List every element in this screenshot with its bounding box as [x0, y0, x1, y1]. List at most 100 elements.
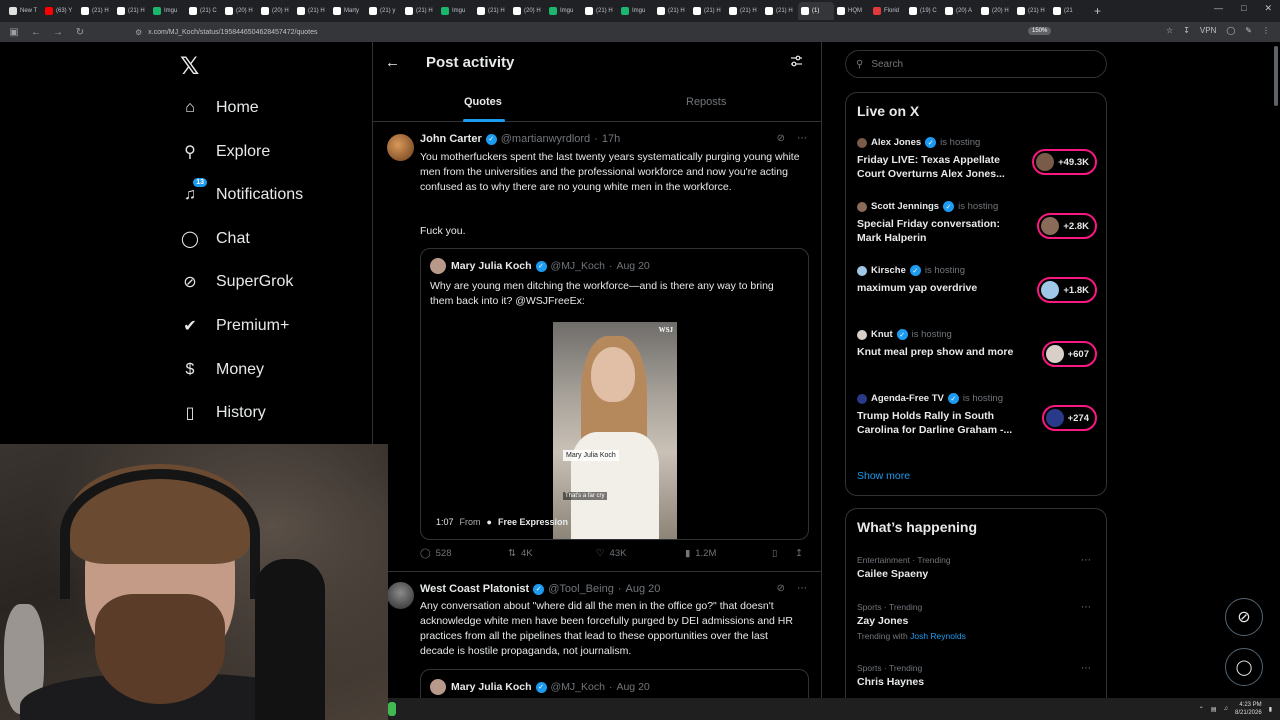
more-icon[interactable]: ⋯	[1081, 555, 1091, 566]
more-icon[interactable]: ⋯	[797, 133, 807, 144]
browser-tab[interactable]: (21) H	[114, 2, 150, 20]
taskbar-clock[interactable]: 4:23 PM 8/21/2026	[1235, 701, 1262, 717]
notification-icon[interactable]: ▮	[1269, 706, 1272, 713]
sidebar-item-chat[interactable]: ◯ Chat	[180, 224, 250, 254]
live-listener-pill[interactable]: +2.8K	[1037, 213, 1097, 239]
like-button[interactable]: ♡ 43K	[596, 548, 626, 559]
taskbar-app-icon[interactable]	[388, 702, 396, 716]
tab-reposts[interactable]: Reposts	[686, 96, 726, 108]
messages-fab-button[interactable]: ◯	[1225, 648, 1263, 686]
post-time[interactable]: Aug 20	[626, 583, 661, 595]
browser-tab[interactable]: (21) H	[690, 2, 726, 20]
trend-with-link[interactable]: Josh Reynolds	[910, 631, 966, 641]
video-thumbnail[interactable]: Mary Julia Koch WSJ That's a far cry	[553, 322, 677, 539]
sidebar-item-explore[interactable]: ⚲ Explore	[180, 137, 270, 167]
live-listener-pill[interactable]: +49.3K	[1032, 149, 1097, 175]
browser-tab[interactable]: (21) H	[654, 2, 690, 20]
maximize-icon[interactable]: □	[1241, 3, 1246, 14]
filter-icon[interactable]	[790, 55, 803, 68]
browser-tab[interactable]: (21) H	[402, 2, 438, 20]
url-field[interactable]: ⚙ x.com/MJ_Koch/status/19584465046284574…	[135, 25, 1095, 39]
browser-tab[interactable]: (63) Y	[42, 2, 78, 20]
reply-button[interactable]: ◯ 528	[420, 548, 452, 559]
tray-chevron-icon[interactable]: ⌃	[1199, 706, 1204, 713]
network-icon[interactable]: ▤	[1211, 706, 1217, 713]
reload-icon[interactable]: ↻	[74, 27, 86, 38]
menu-icon[interactable]: ⋮	[1262, 26, 1270, 35]
minimize-icon[interactable]: —	[1214, 3, 1223, 14]
trend-item[interactable]: Sports · Trending Zay Jones Trending wit…	[857, 602, 1097, 641]
post-author[interactable]: West Coast Platonist ✓ @Tool_Being · Aug…	[420, 583, 660, 595]
browser-tab[interactable]: (20) H	[510, 2, 546, 20]
bookmark-star-icon[interactable]: ☆	[1166, 26, 1173, 35]
live-listener-pill[interactable]: +274	[1041, 405, 1097, 431]
browser-tab[interactable]: (1)	[798, 2, 834, 20]
search-input[interactable]: ⚲ Search	[845, 50, 1107, 78]
back-icon[interactable]: ←	[30, 27, 42, 38]
vpn-button[interactable]: VPN	[1200, 26, 1216, 35]
browser-tab[interactable]: (21) y	[366, 2, 402, 20]
views-button[interactable]: ▮ 1.2M	[685, 548, 716, 559]
browser-tab[interactable]: (20) A	[942, 2, 978, 20]
live-space-item[interactable]: Alex Jones ✓ is hosting Friday LIVE: Texas …	[857, 137, 1097, 181]
sidebar-item-money[interactable]: $ Money	[180, 355, 264, 385]
tab-quotes[interactable]: Quotes	[464, 96, 502, 108]
share-button[interactable]: ↥	[795, 548, 803, 559]
browser-tab[interactable]: (21) H	[78, 2, 114, 20]
browser-tab[interactable]: Imgu	[438, 2, 474, 20]
browser-tab[interactable]: Imgu	[546, 2, 582, 20]
browser-tab[interactable]: (21) H	[726, 2, 762, 20]
live-space-item[interactable]: Scott Jennings ✓ is hosting Special Friday …	[857, 201, 1097, 245]
avatar[interactable]	[387, 582, 414, 609]
zoom-indicator[interactable]: 150%	[1028, 27, 1052, 35]
account-icon[interactable]: ◯	[1226, 26, 1235, 35]
more-icon[interactable]: ⋯	[797, 583, 807, 594]
more-icon[interactable]: ⋯	[1081, 602, 1091, 613]
site-info-icon[interactable]: ⚙	[135, 28, 142, 37]
new-tab-icon[interactable]: +	[1094, 4, 1101, 18]
browser-tab[interactable]: (21) C	[186, 2, 222, 20]
grok-icon[interactable]: ⊘	[777, 133, 785, 144]
browser-tab[interactable]: Imgu	[618, 2, 654, 20]
trend-item[interactable]: Entertainment · Trending Cailee Spaeny ⋯	[857, 555, 1097, 580]
browser-tab[interactable]: (19) C	[906, 2, 942, 20]
sidebar-item-premium[interactable]: ✔ Premium+	[180, 311, 289, 341]
video-source[interactable]: Free Expression	[498, 517, 568, 527]
x-logo-icon[interactable]: 𝕏	[180, 52, 199, 80]
back-arrow-icon[interactable]: ←	[385, 54, 400, 71]
sidebar-item-supergrok[interactable]: ⊘ SuperGrok	[180, 267, 293, 297]
browser-tab[interactable]: (21	[1050, 2, 1086, 20]
browser-tab[interactable]: (20) H	[222, 2, 258, 20]
browser-tab[interactable]: Florid	[870, 2, 906, 20]
trend-item[interactable]: Sports · Trending Chris Haynes ⋯	[857, 663, 1097, 688]
live-space-item[interactable]: Agenda-Free TV ✓ is hosting Trump Holds Ral…	[857, 393, 1097, 437]
more-icon[interactable]: ⋯	[1081, 663, 1091, 674]
live-space-item[interactable]: Knut ✓ is hosting Knut meal prep show and m…	[857, 329, 1097, 367]
repost-button[interactable]: ⇅ 4K	[508, 548, 533, 559]
browser-tab[interactable]: Imgu	[150, 2, 186, 20]
browser-tab[interactable]: Marty	[330, 2, 366, 20]
browser-tab[interactable]: (20) H	[978, 2, 1014, 20]
sidebar-item-home[interactable]: ⌂ Home	[180, 93, 259, 123]
avatar[interactable]	[387, 134, 414, 161]
browser-tab[interactable]: (21) H	[294, 2, 330, 20]
volume-icon[interactable]: ♫	[1223, 706, 1228, 712]
bookmark-button[interactable]: ▯	[772, 548, 777, 559]
browser-tab[interactable]: New T	[6, 2, 42, 20]
browser-tab[interactable]: (20) H	[258, 2, 294, 20]
browser-tab[interactable]: (21) H	[762, 2, 798, 20]
download-icon[interactable]: ↧	[1183, 26, 1190, 35]
browser-tab[interactable]: (21) H	[582, 2, 618, 20]
live-listener-pill[interactable]: +607	[1041, 341, 1097, 367]
scrollbar[interactable]	[1274, 46, 1278, 106]
quoted-post[interactable]: Mary Julia Koch ✓ @MJ_Koch · Aug 20 Why …	[420, 248, 809, 540]
post-time[interactable]: 17h	[602, 133, 620, 145]
extensions-icon[interactable]: ✎	[1245, 26, 1252, 35]
sidebar-item-notifications[interactable]: ♫ 13 Notifications	[180, 178, 303, 210]
show-more-link[interactable]: Show more	[857, 470, 910, 482]
grok-fab-button[interactable]: ⊘	[1225, 598, 1263, 636]
browser-tab[interactable]: HQM	[834, 2, 870, 20]
live-listener-pill[interactable]: +1.8K	[1037, 277, 1097, 303]
post-author[interactable]: John Carter ✓ @martianwyrdlord · 17h	[420, 133, 620, 145]
grok-icon[interactable]: ⊘	[777, 583, 785, 594]
